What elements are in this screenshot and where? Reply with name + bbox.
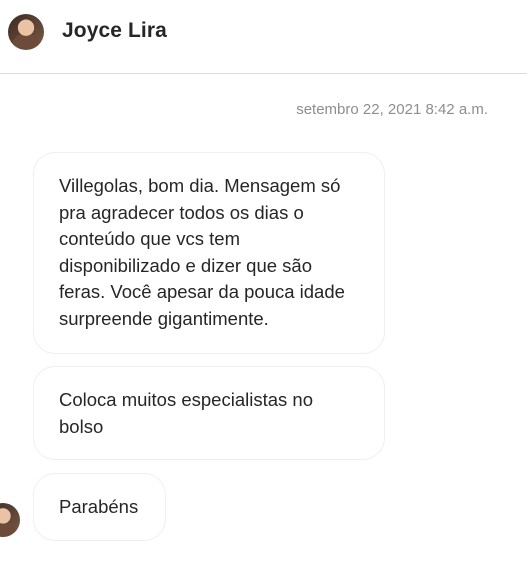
- message-bubble[interactable]: Parabéns: [33, 473, 166, 541]
- sender-avatar[interactable]: [0, 503, 20, 537]
- message-text: Parabéns: [59, 496, 139, 517]
- contact-name[interactable]: Joyce Lira: [62, 19, 167, 43]
- contact-avatar[interactable]: [8, 14, 44, 50]
- message-bubble[interactable]: Villegolas, bom dia. Mensagem só pra agr…: [33, 152, 385, 354]
- conversation-header: Joyce Lira: [0, 0, 527, 74]
- message-text: Villegolas, bom dia. Mensagem só pra agr…: [59, 175, 345, 329]
- message-bubble[interactable]: Coloca muitos especialistas no bolso: [33, 366, 385, 460]
- message-text: Coloca muitos especialistas no bolso: [59, 389, 313, 437]
- message-timestamp: setembro 22, 2021 8:42 a.m.: [296, 101, 488, 118]
